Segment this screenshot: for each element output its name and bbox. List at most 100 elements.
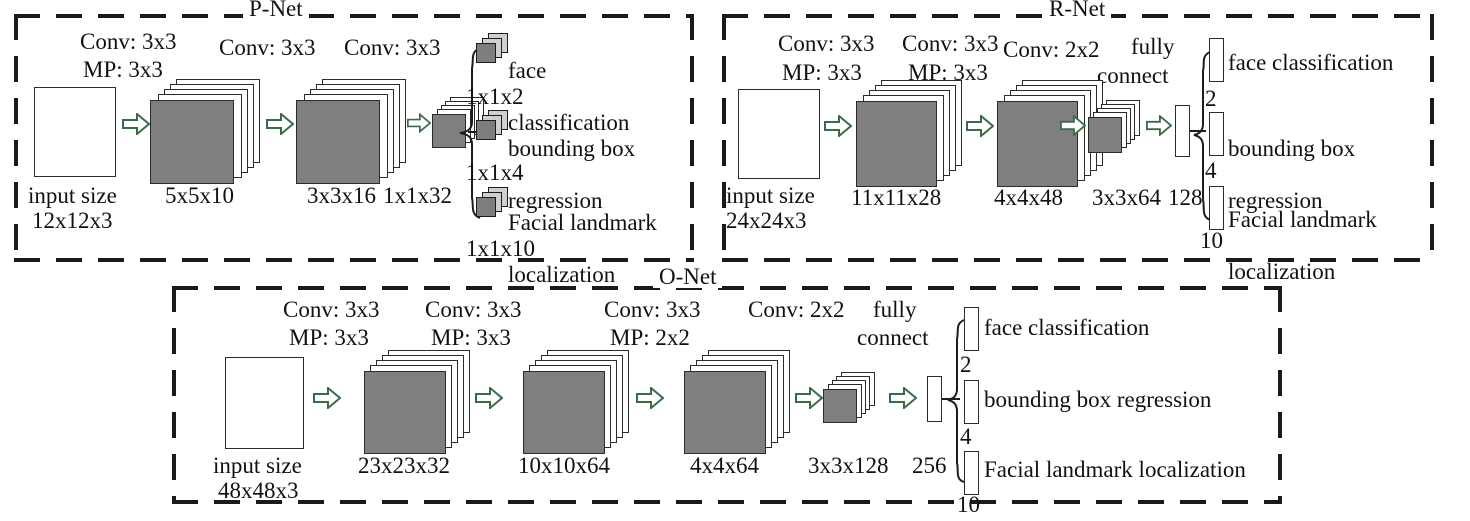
- rnet-arrow-2: [966, 115, 994, 137]
- pnet-output-1-shape: 1x1x2: [466, 84, 524, 109]
- feature-map-front: [364, 371, 446, 454]
- rnet-output-1-label: face classification: [1228, 50, 1394, 75]
- onet-fc-units: 256: [912, 453, 947, 478]
- rnet-title: R-Net: [1043, 0, 1112, 20]
- rnet-output-3-units: 10: [1200, 228, 1223, 253]
- onet-shape-2: 10x10x64: [518, 453, 610, 478]
- onet-arrow-3: [636, 387, 664, 409]
- pnet-conv3-label: Conv: 3x3: [344, 35, 441, 60]
- cube-front: [476, 43, 496, 63]
- feature-map-front: [684, 371, 766, 454]
- onet-mp3-label: MP: 2x2: [610, 325, 690, 350]
- rnet-output-2-units: 4: [1205, 158, 1217, 183]
- pnet-shape-3: 1x1x32: [383, 183, 452, 208]
- rnet-input-box: [738, 89, 820, 179]
- rnet-output-1-units: 2: [1205, 86, 1217, 111]
- onet-output-1-units: 2: [960, 352, 972, 377]
- pnet-conv1-label: Conv: 3x3: [80, 29, 177, 54]
- rnet-stack-1: [856, 80, 962, 188]
- onet-conv2-label: Conv: 3x3: [425, 297, 522, 322]
- pnet-conv2-label: Conv: 3x3: [219, 35, 316, 60]
- rnet-arrow-3: [1060, 115, 1086, 136]
- rnet-output-3-label: Facial landmark localization: [1228, 181, 1377, 285]
- onet-stack-4: [823, 372, 881, 426]
- onet-conv3-label: Conv: 3x3: [604, 297, 701, 322]
- onet-conv1-label: Conv: 3x3: [283, 297, 380, 322]
- rnet-conv1-label: Conv: 3x3: [778, 31, 875, 56]
- pnet-input-size: 12x12x3: [32, 208, 113, 233]
- pnet-input-box: [34, 87, 116, 177]
- onet-arrow-4: [795, 387, 823, 409]
- onet-stack-3: [684, 350, 790, 454]
- pnet-title: P-Net: [243, 0, 309, 20]
- pnet-stack-2: [296, 79, 406, 185]
- feature-map-front: [856, 101, 937, 187]
- onet-output-3-units: 10: [957, 492, 980, 517]
- rnet-input-size: 24x24x3: [726, 208, 807, 233]
- onet-output-3-label: Facial landmark localization: [984, 457, 1246, 482]
- onet-output-1-label: face classification: [984, 315, 1150, 340]
- onet-shape-3: 4x4x64: [690, 453, 759, 478]
- rnet-output-3-line2: localization: [1228, 259, 1336, 284]
- pnet-shape-1: 5x5x10: [165, 183, 234, 208]
- onet-output-bar-2: [964, 380, 979, 424]
- onet-title: O-Net: [653, 265, 723, 288]
- feature-map-front: [150, 100, 234, 184]
- onet-output-bar-1: [964, 307, 979, 351]
- rnet-conv2-label: Conv: 3x3: [902, 31, 999, 56]
- rnet-shape-1: 11x11x28: [851, 185, 942, 210]
- pnet-output-3-line2: localization: [508, 262, 616, 287]
- feature-map-front: [823, 389, 857, 423]
- rnet-shape-3: 3x3x64: [1092, 185, 1161, 210]
- onet-border-bottom: [172, 500, 1282, 504]
- rnet-output-bar-1: [1209, 38, 1224, 82]
- pnet-arrow-2: [266, 113, 294, 135]
- rnet-stack-3: [1088, 100, 1146, 156]
- cube-front: [476, 197, 496, 217]
- onet-fc-label-2: connect: [857, 325, 929, 350]
- rnet-output-3-line1: Facial landmark: [1228, 207, 1377, 232]
- pnet-output-1-line1: face: [508, 58, 547, 83]
- onet-input-label: input size: [213, 453, 302, 478]
- pnet-input-label: input size: [28, 183, 117, 208]
- pnet-output-2-line1: bounding box: [508, 136, 636, 161]
- onet-mp2-label: MP: 3x3: [431, 325, 511, 350]
- onet-fc-bar: [927, 376, 942, 422]
- pnet-output-3-shape: 1x1x10: [466, 236, 535, 261]
- onet-shape-1: 23x23x32: [358, 453, 450, 478]
- rnet-conv3-label: Conv: 2x2: [1003, 37, 1100, 62]
- onet-border-right: [1278, 286, 1282, 504]
- rnet-fc-label-2: connect: [1097, 63, 1169, 88]
- pnet-arrow-3: [407, 113, 431, 133]
- rnet-output-2-line1: bounding box: [1228, 136, 1356, 161]
- pnet-output-cube-2: [476, 110, 510, 140]
- pnet-stack-1: [150, 79, 260, 185]
- pnet-output-cube-3: [476, 187, 510, 217]
- onet-stack-2: [523, 350, 629, 454]
- rnet-mp1-label: MP: 3x3: [782, 60, 862, 85]
- pnet-border-left: [14, 14, 18, 262]
- feature-map-front: [997, 101, 1078, 187]
- onet-arrow-1: [313, 387, 341, 409]
- rnet-fc-bar: [1175, 105, 1190, 157]
- rnet-arrow-4: [1146, 115, 1172, 136]
- onet-input-box: [225, 357, 304, 449]
- onet-fc-label-1: fully: [873, 297, 917, 322]
- rnet-shape-2: 4x4x48: [994, 185, 1063, 210]
- rnet-border-right: [1430, 14, 1434, 262]
- onet-stack-1: [364, 350, 470, 454]
- feature-map-front: [296, 100, 380, 184]
- onet-output-bar-3: [964, 451, 979, 495]
- rnet-fc-label-1: fully: [1131, 34, 1175, 59]
- pnet-border-top: [14, 14, 694, 18]
- rnet-arrow-1: [824, 115, 852, 137]
- pnet-arrow-1: [122, 113, 150, 135]
- onet-mp1-label: MP: 3x3: [289, 325, 369, 350]
- rnet-output-bar-3: [1209, 186, 1224, 230]
- onet-output-2-units: 4: [960, 424, 972, 449]
- onet-shape-4: 3x3x128: [808, 453, 889, 478]
- onet-conv4-label: Conv: 2x2: [748, 297, 845, 322]
- rnet-output-bar-2: [1209, 112, 1224, 156]
- onet-input-size: 48x48x3: [218, 478, 299, 503]
- pnet-output-3-line1: Facial landmark: [508, 210, 657, 235]
